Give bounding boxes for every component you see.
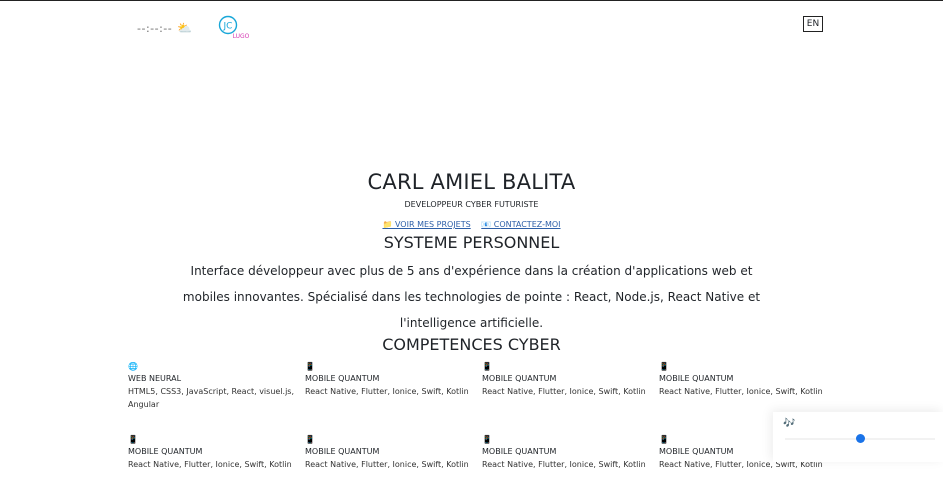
language-toggle-button[interactable]: EN (803, 16, 823, 32)
skill-card: 📱 MOBILE QUANTUM React Native, Flutter, … (305, 360, 482, 419)
hero-role: DEVELOPPEUR CYBER FUTURISTE (404, 200, 539, 209)
skill-title: WEB NEURAL (128, 374, 182, 383)
skill-title: MOBILE QUANTUM (305, 374, 380, 383)
hero-name: CARL AMIEL BALITA (367, 170, 576, 194)
skill-card: 📱 MOBILE QUANTUM React Native, Flutter, … (305, 433, 482, 492)
view-projects-link[interactable]: 📁 VOIR MES PROJETS (382, 220, 470, 229)
logo-subtext: LUGO (233, 33, 250, 40)
mobile-phone-icon: 📱 (128, 435, 138, 444)
about-paragraph: Interface développeur avec plus de 5 ans… (182, 264, 761, 330)
mobile-phone-icon: 📱 (305, 362, 315, 371)
mobile-phone-icon: 📱 (659, 362, 669, 371)
music-notes-icon[interactable]: 🎶 (783, 418, 795, 429)
mobile-phone-icon: 📱 (482, 435, 492, 444)
mobile-phone-icon: 📱 (305, 435, 315, 444)
skill-title: MOBILE QUANTUM (482, 447, 557, 456)
contact-link[interactable]: 📧 CONTACTEZ-MOI (481, 220, 560, 229)
skills-section-title: COMPETENCES CYBER (382, 335, 561, 354)
skill-title: MOBILE QUANTUM (659, 374, 734, 383)
skill-title: MOBILE QUANTUM (128, 447, 203, 456)
site-logo[interactable]: JC LUGO (217, 15, 253, 41)
skill-card: 📱 MOBILE QUANTUM React Native, Flutter, … (482, 433, 659, 492)
skill-description: React Native, Flutter, Ionice, Swift, Ko… (305, 387, 469, 396)
skill-description: React Native, Flutter, Ionice, Swift, Ko… (128, 460, 292, 469)
clock-display: --:--:-- (137, 22, 173, 35)
skill-card: 🌐 WEB NEURAL HTML5, CSS3, JavaScript, Re… (128, 360, 305, 419)
skill-title: MOBILE QUANTUM (482, 374, 557, 383)
skills-grid: 🌐 WEB NEURAL HTML5, CSS3, JavaScript, Re… (128, 360, 838, 492)
globe-icon: 🌐 (128, 362, 138, 371)
logo-initials: JC (223, 22, 233, 32)
skill-title: MOBILE QUANTUM (305, 447, 380, 456)
skill-description: React Native, Flutter, Ionice, Swift, Ko… (659, 387, 823, 396)
about-section-title: SYSTEME PERSONNEL (383, 233, 560, 252)
skill-description: React Native, Flutter, Ionice, Swift, Ko… (482, 387, 646, 396)
skill-card: 📱 MOBILE QUANTUM React Native, Flutter, … (128, 433, 305, 492)
skill-card: 📱 MOBILE QUANTUM React Native, Flutter, … (482, 360, 659, 419)
skill-description: React Native, Flutter, Ionice, Swift, Ko… (305, 460, 469, 469)
skill-description: React Native, Flutter, Ionice, Swift, Ko… (482, 460, 646, 469)
weather-icon: ⛅ (177, 21, 192, 35)
top-border (0, 0, 943, 1)
music-player: 🎶 (773, 412, 943, 462)
hero-links: 📁 VOIR MES PROJETS 📧 CONTACTEZ-MOI (0, 220, 943, 229)
skill-description: HTML5, CSS3, JavaScript, React, visuel.j… (128, 387, 295, 409)
skill-card: 📱 MOBILE QUANTUM React Native, Flutter, … (659, 360, 836, 419)
player-progress-knob[interactable] (855, 434, 865, 443)
mobile-phone-icon: 📱 (482, 362, 492, 371)
